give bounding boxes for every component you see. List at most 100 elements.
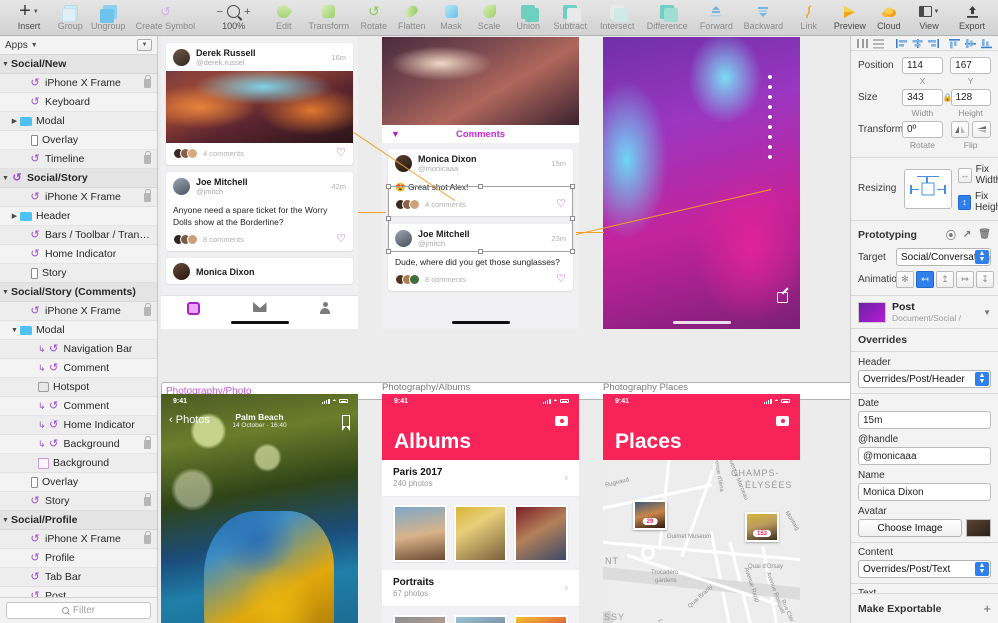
align-top-icon[interactable] — [947, 36, 961, 50]
lock-icon[interactable] — [144, 436, 152, 449]
heart-icon[interactable]: ♡ — [556, 199, 566, 210]
layer-row[interactable]: Overlay — [0, 131, 157, 150]
choose-image-button[interactable]: Choose Image — [858, 519, 962, 537]
zoom-out-button[interactable]: − — [217, 6, 223, 18]
layer-row[interactable]: ↺ Profile — [0, 549, 157, 568]
thumbnail[interactable] — [393, 505, 447, 562]
fix-height-icon[interactable]: ↕ — [958, 194, 971, 210]
bookmark-icon[interactable] — [341, 414, 350, 431]
align-middle-icon[interactable] — [964, 36, 978, 50]
layer-row[interactable]: ↺ Post — [0, 587, 157, 597]
artboard-social-story[interactable] — [603, 37, 800, 329]
layer-row[interactable]: ↺ Keyboard — [0, 93, 157, 112]
group-button[interactable]: Group — [51, 0, 89, 36]
mask-button[interactable]: Mask — [432, 0, 470, 36]
transform-button[interactable]: Transform — [303, 0, 355, 36]
zoom-in-button[interactable]: + — [244, 6, 250, 18]
width-input[interactable]: 343 — [902, 89, 943, 106]
thumbnail[interactable] — [393, 615, 447, 623]
align-bottom-icon[interactable] — [980, 36, 994, 50]
chevron-updown-icon[interactable]: ▲ ▼ — [975, 250, 989, 264]
disclosure-triangle-icon[interactable] — [0, 175, 11, 182]
align-right-icon[interactable] — [926, 36, 940, 50]
flip-vertical-icon[interactable] — [972, 121, 992, 138]
zoom-control[interactable]: − + 100% — [204, 0, 264, 36]
heart-icon[interactable]: ♡ — [336, 148, 346, 159]
comment-card[interactable]: Monica Dixon @monicaaa 15m 😍 Great shot … — [388, 149, 573, 216]
comment-count[interactable]: 4 comments — [425, 200, 466, 209]
disclosure-triangle-icon[interactable] — [0, 61, 11, 68]
union-button[interactable]: Union — [509, 0, 547, 36]
comment-count[interactable]: 8 comments — [425, 275, 466, 284]
view-button[interactable]: ▼ View — [908, 0, 950, 36]
make-exportable-row[interactable]: Make Exportable + — [851, 593, 998, 623]
thumbnail[interactable] — [453, 615, 508, 623]
layer-row[interactable]: Social/Story (Comments) — [0, 283, 157, 302]
distribute-vertically-icon[interactable] — [871, 36, 885, 50]
avatar-thumbnail[interactable] — [966, 519, 991, 537]
layer-row[interactable]: Hotspot — [0, 378, 157, 397]
handle-input[interactable]: @monicaaa — [858, 447, 991, 465]
artboard-social-story-comments[interactable]: ▼ Comments Monica Dixon @monicaaa 15m 😍 … — [382, 37, 579, 329]
layer-list[interactable]: Social/New ↺ iPhone X Frame ↺ Keyboard Modal O… — [0, 55, 157, 597]
scale-button[interactable]: Scale — [470, 0, 508, 36]
map-view[interactable]: CHAMPS- ÉLYSÉES Rugeaud Avenue d'Iéna Av… — [603, 460, 800, 623]
name-input[interactable]: Monica Dixon — [858, 483, 991, 501]
lock-icon[interactable] — [144, 303, 152, 316]
flip-horizontal-icon[interactable] — [950, 121, 970, 138]
animation-slide-from-top-icon[interactable]: ↧ — [976, 271, 994, 288]
fix-width-icon[interactable]: ↔ — [958, 167, 972, 183]
artboard-label[interactable]: Photography Places — [603, 382, 688, 393]
map-pin[interactable]: 153 — [745, 512, 779, 542]
export-button[interactable]: Export — [950, 0, 994, 36]
ungroup-button[interactable]: Ungroup — [89, 0, 127, 36]
rotate-input[interactable]: 0º — [902, 121, 944, 138]
layer-row[interactable]: ↳ ↺ Comment — [0, 397, 157, 416]
preview-button[interactable]: Preview — [829, 0, 871, 36]
artboard-photography-albums[interactable]: 9:41 ◓ Albums Paris 2017 240 photos › Po… — [382, 394, 579, 623]
content-select[interactable]: Overrides/Post/Text ▲ ▼ — [858, 560, 991, 578]
album-row[interactable]: Paris 2017 240 photos › — [382, 460, 579, 497]
disclosure-triangle-icon[interactable] — [9, 212, 20, 220]
plus-icon[interactable]: + — [983, 601, 991, 616]
distribute-horizontally-icon[interactable] — [855, 36, 869, 50]
chevron-updown-icon[interactable]: ▲ ▼ — [975, 562, 989, 576]
lock-icon[interactable] — [144, 493, 152, 506]
create-symbol-button[interactable]: ↺ Create Symbol — [128, 0, 202, 36]
thumbnail[interactable] — [453, 505, 508, 562]
layer-row[interactable]: ↺ Tab Bar — [0, 568, 157, 587]
lock-icon[interactable] — [144, 151, 152, 164]
zoom-icon[interactable] — [227, 5, 241, 18]
canvas[interactable]: Derek Russell @derek.russel 16m 4 commen… — [158, 36, 850, 623]
post-card[interactable]: Joe Mitchell @jmitch 42m Anyone need a s… — [166, 172, 353, 251]
layer-row[interactable]: Story — [0, 264, 157, 283]
heart-icon[interactable]: ♡ — [556, 274, 566, 285]
align-center-icon[interactable] — [910, 36, 924, 50]
insert-button[interactable]: + ▼ Insert — [8, 0, 50, 36]
lock-icon[interactable] — [144, 189, 152, 202]
heart-icon[interactable]: ♡ — [336, 234, 346, 245]
comment-count[interactable]: 8 comments — [203, 235, 244, 244]
layer-row[interactable]: ↳ ↺ Background — [0, 435, 157, 454]
layer-row[interactable]: ↺ iPhone X Frame — [0, 188, 157, 207]
rotate-button[interactable]: ↺ Rotate — [355, 0, 393, 36]
flow-icon[interactable]: ↗ — [963, 229, 971, 240]
difference-button[interactable]: Difference — [641, 0, 693, 36]
layer-row[interactable]: ↳ ↺ Navigation Bar — [0, 340, 157, 359]
date-input[interactable]: 15m — [858, 411, 991, 429]
animation-slide-from-left-icon[interactable]: ↦ — [956, 271, 974, 288]
compose-icon[interactable] — [777, 287, 789, 303]
camera-icon[interactable] — [776, 416, 789, 426]
flatten-button[interactable]: Flatten — [393, 0, 431, 36]
post-card[interactable]: Monica Dixon — [166, 258, 353, 284]
artboard-photography-photo[interactable]: 9:41 ◓ ‹ Photos Palm Beach 14 October · … — [161, 394, 358, 623]
layer-row[interactable]: Modal — [0, 321, 157, 340]
disclosure-triangle-icon[interactable] — [9, 117, 20, 125]
intersect-button[interactable]: Intersect — [593, 0, 641, 36]
layer-row[interactable]: Social/New — [0, 55, 157, 74]
layer-row[interactable]: ↳ ↺ Home Indicator — [0, 416, 157, 435]
layer-row[interactable]: ↺ iPhone X Frame — [0, 74, 157, 93]
thumbnail[interactable] — [514, 615, 569, 623]
animation-none-icon[interactable]: ✻ — [896, 271, 914, 288]
page-selector-label[interactable]: Apps — [5, 40, 28, 51]
